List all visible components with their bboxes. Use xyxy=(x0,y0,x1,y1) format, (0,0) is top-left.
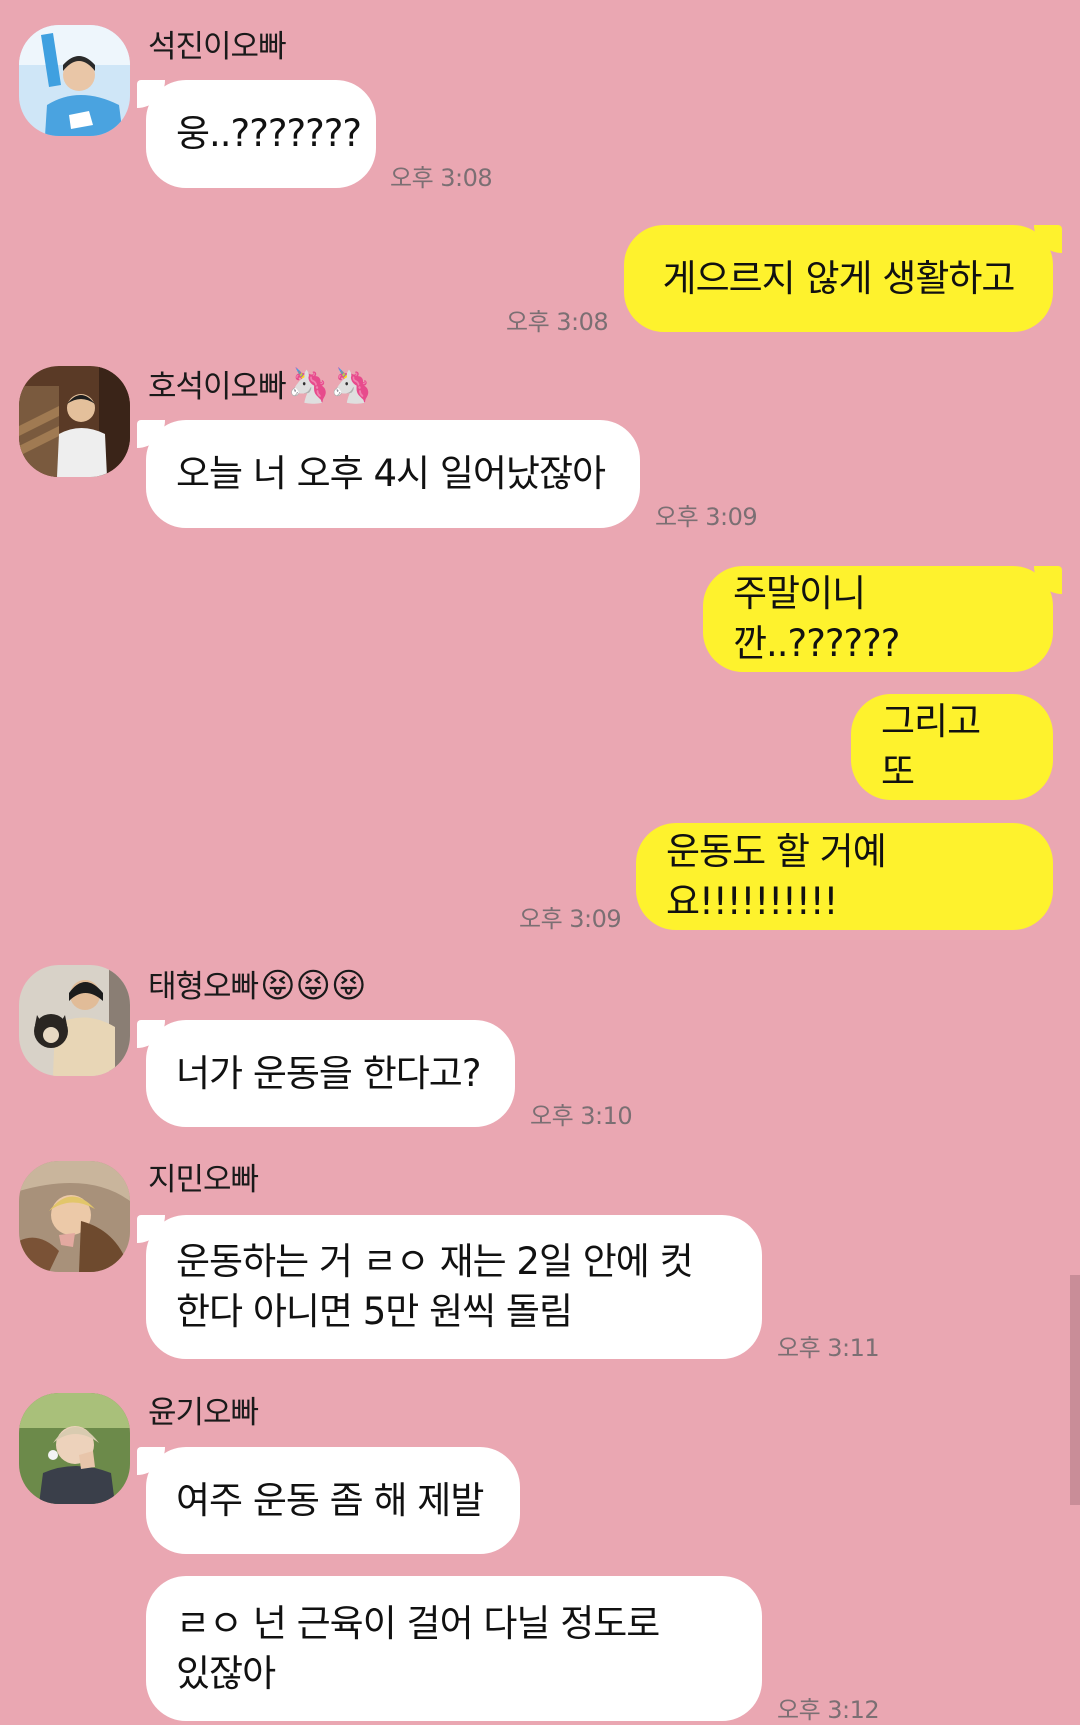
message-time: 오후 3:11 xyxy=(777,1334,880,1362)
profile-avatar[interactable] xyxy=(19,1393,130,1504)
message-bubble[interactable]: ㄹㅇ 넌 근육이 걸어 다닐 정도로 있잖아 xyxy=(146,1576,762,1721)
bubble-tail xyxy=(1034,225,1062,253)
message-text: 게으르지 않게 생활하고 xyxy=(662,256,1016,300)
message-bubble-mine[interactable]: 운동도 할 거예요!!!!!!!!!! xyxy=(636,823,1053,930)
bubble-tail xyxy=(137,420,165,448)
message-time: 오후 3:08 xyxy=(506,308,609,336)
scrollbar[interactable] xyxy=(1070,1275,1080,1505)
message-text: 운동도 할 거예요!!!!!!!!!! xyxy=(666,829,887,923)
profile-photo-icon xyxy=(19,25,130,136)
message-bubble-mine[interactable]: 그리고 또 xyxy=(851,694,1053,800)
message-bubble[interactable]: 여주 운동 좀 해 제발 xyxy=(137,1447,520,1554)
message-time: 오후 3:09 xyxy=(655,503,758,531)
profile-avatar[interactable] xyxy=(19,965,130,1076)
bubble-tail xyxy=(137,80,165,108)
message-bubble[interactable]: 웅..??????? xyxy=(137,80,376,188)
message-text: ㄹㅇ 넌 근육이 걸어 다닐 정도로 있잖아 xyxy=(176,1601,660,1695)
unicorn-emoji-icon: 🦄🦄 xyxy=(287,366,373,406)
profile-photo-icon xyxy=(19,366,130,477)
profile-photo-icon xyxy=(19,1161,130,1272)
message-time: 오후 3:12 xyxy=(777,1696,880,1724)
profile-avatar[interactable] xyxy=(19,1161,130,1272)
bubble-tail xyxy=(137,1447,165,1475)
message-text: 그리고 또 xyxy=(881,700,981,793)
sender-name: 호석이오빠🦄🦄 xyxy=(148,366,373,406)
message-time: 오후 3:09 xyxy=(519,905,622,933)
sender-name: 윤기오빠 xyxy=(148,1395,259,1431)
message-bubble[interactable]: 운동하는 거 ㄹㅇ 재는 2일 안에 컷 한다 아니면 5만 원씩 돌림 xyxy=(137,1215,762,1359)
sender-name: 석진이오빠 xyxy=(148,29,287,65)
bubble-tail xyxy=(137,1215,165,1243)
message-text: 오늘 너 오후 4시 일어났잖아 xyxy=(176,452,606,495)
message-bubble-mine[interactable]: 주말이니깐..?????? xyxy=(703,566,1062,672)
message-text: 너가 운동을 한다고? xyxy=(176,1051,481,1095)
profile-avatar[interactable] xyxy=(19,25,130,136)
sender-name: 태형오빠😝😝😝 xyxy=(148,966,367,1006)
message-bubble[interactable]: 너가 운동을 한다고? xyxy=(137,1020,515,1127)
profile-photo-icon xyxy=(19,965,130,1076)
chat-room[interactable]: 석진이오빠 웅..??????? 오후 3:08 게으르지 않게 생활하고 오후… xyxy=(0,0,1080,1724)
message-time: 오후 3:08 xyxy=(390,164,493,192)
message-text: 웅..??????? xyxy=(176,112,362,155)
profile-photo-icon xyxy=(19,1393,130,1504)
message-text: 여주 운동 좀 해 제발 xyxy=(176,1478,484,1522)
profile-avatar[interactable] xyxy=(19,366,130,477)
message-text: 운동하는 거 ㄹㅇ 재는 2일 안에 컷 한다 아니면 5만 원씩 돌림 xyxy=(176,1240,694,1333)
message-bubble[interactable]: 오늘 너 오후 4시 일어났잖아 xyxy=(137,420,640,528)
message-bubble-mine[interactable]: 게으르지 않게 생활하고 xyxy=(624,225,1062,332)
message-text: 주말이니깐..?????? xyxy=(733,572,900,665)
bubble-tail xyxy=(137,1020,165,1048)
tongue-emoji-icon: 😝😝😝 xyxy=(260,966,367,1006)
bubble-tail xyxy=(1034,566,1062,594)
sender-name: 지민오빠 xyxy=(148,1162,259,1198)
message-time: 오후 3:10 xyxy=(530,1102,633,1130)
